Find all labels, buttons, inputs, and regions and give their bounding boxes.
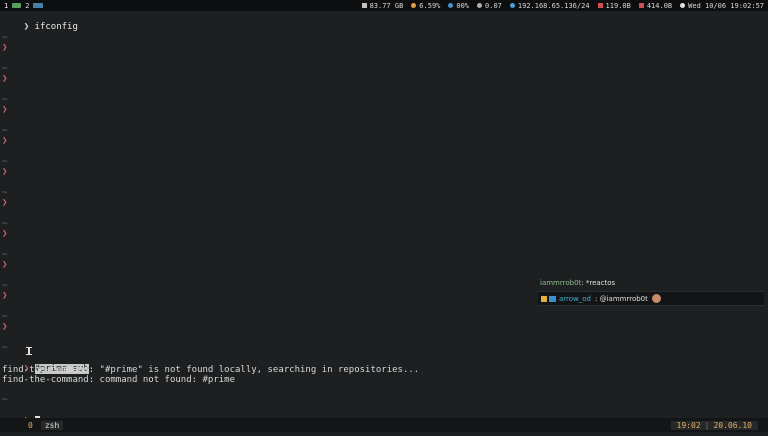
window-index: 0 <box>28 420 33 430</box>
chat-message: arrow_od : @iammrrob0t <box>538 291 764 306</box>
cwd-tilde: ~ <box>2 95 8 105</box>
prompt-symbol: ❯ <box>2 291 8 301</box>
chat-message: iammrrob0t: *reactos <box>540 279 615 287</box>
cwd-tilde: ~ <box>2 188 8 198</box>
separator: | <box>704 420 710 430</box>
active-prompt-line: ❯ <box>2 406 40 426</box>
cwd-tilde: ~ <box>2 250 8 260</box>
cwd-tilde: ~ <box>2 64 8 74</box>
emote-icon <box>651 294 661 303</box>
datetime-value: Wed 10/06 19:02:57 <box>688 1 764 10</box>
volume-widget: 00% <box>444 2 473 10</box>
upload-widget: 414.0B <box>635 2 676 10</box>
prompt-symbol: ❯ <box>2 136 8 146</box>
cwd-tilde: ~ <box>2 33 8 43</box>
top-status-bar: 1 2 83.77 GB 6.59% 00% 0.07 192.168.65.1… <box>0 0 768 11</box>
workspace-switcher: 1 2 <box>2 2 45 10</box>
badge-icon <box>541 295 547 302</box>
network-widget: 192.168.65.136/24 <box>506 2 594 10</box>
cwd-tilde: ~ <box>2 219 8 229</box>
typed-command-line: ❯ #prime sub <box>2 354 89 374</box>
tmux-time: 19:02 <box>676 420 701 430</box>
download-icon <box>597 3 603 8</box>
chat-text: : @iammrrob0t <box>595 294 648 303</box>
cpu-widget: 6.59% <box>407 2 444 10</box>
disk-icon <box>361 3 367 8</box>
tmux-clock: 19:02 | 20.06.10 <box>670 420 758 430</box>
prompt-symbol: ❯ <box>2 105 8 115</box>
badge-icon <box>549 295 556 302</box>
chat-username: arrow_od <box>559 294 592 303</box>
mouse-ibeam-icon <box>26 347 32 355</box>
tmux-status-bar: 0 zsh 19:02 | 20.06.10 <box>0 418 768 432</box>
error-output-line: find-the-command: "#prime" is not found … <box>2 365 420 375</box>
load-value: 0.07 <box>485 1 502 10</box>
cwd-tilde: ~ <box>2 126 8 136</box>
upload-icon <box>638 3 644 8</box>
chat-username: iammrrob0t <box>540 279 582 287</box>
cpu-value: 6.59% <box>419 1 441 10</box>
prompt-symbol: ❯ <box>23 22 30 32</box>
network-icon <box>509 3 515 8</box>
disk-widget: 83.77 GB <box>358 2 408 10</box>
workspace-1[interactable]: 1 <box>2 2 10 10</box>
cwd-tilde: ~ <box>2 395 8 405</box>
ip-value: 192.168.65.136/24 <box>517 1 590 10</box>
cwd-tilde: ~ <box>2 157 8 167</box>
clock-icon <box>680 3 686 8</box>
prompt-symbol: ❯ <box>2 43 8 53</box>
prompt-symbol: ❯ <box>2 229 8 239</box>
load-widget: 0.07 <box>473 2 506 10</box>
prompt-symbol: ❯ <box>2 322 8 332</box>
clock-widget: Wed 10/06 19:02:57 <box>676 2 768 10</box>
cwd-tilde: ~ <box>2 281 8 291</box>
volume-icon <box>448 3 454 8</box>
command-text: ifconfig <box>34 22 78 32</box>
upload-value: 414.0B <box>646 1 673 10</box>
download-widget: 119.0B <box>594 2 635 10</box>
prompt-symbol: ❯ <box>2 74 8 84</box>
load-icon <box>477 3 483 8</box>
cwd-tilde: ~ <box>2 343 8 353</box>
prompt-symbol: ❯ <box>2 198 8 208</box>
error-output-line: find-the-command: command not found: #pr… <box>2 375 235 385</box>
prompt-symbol: ❯ <box>2 167 8 177</box>
workspace-app-icon <box>12 3 22 8</box>
disk-value: 83.77 GB <box>369 1 404 10</box>
volume-value: 00% <box>456 1 470 10</box>
cpu-icon <box>411 3 417 8</box>
prompt-line: ❯ ifconfig <box>2 12 78 32</box>
download-value: 119.0B <box>605 1 631 10</box>
cwd-tilde: ~ <box>2 312 8 322</box>
window-tab-zsh[interactable]: zsh <box>40 420 64 430</box>
terminal-app-icon <box>33 3 44 8</box>
tmux-date: 20.06.10 <box>713 420 752 430</box>
workspace-2[interactable]: 2 <box>23 2 31 10</box>
prompt-symbol: ❯ <box>2 260 8 270</box>
chat-text: : *reactos <box>581 279 616 287</box>
